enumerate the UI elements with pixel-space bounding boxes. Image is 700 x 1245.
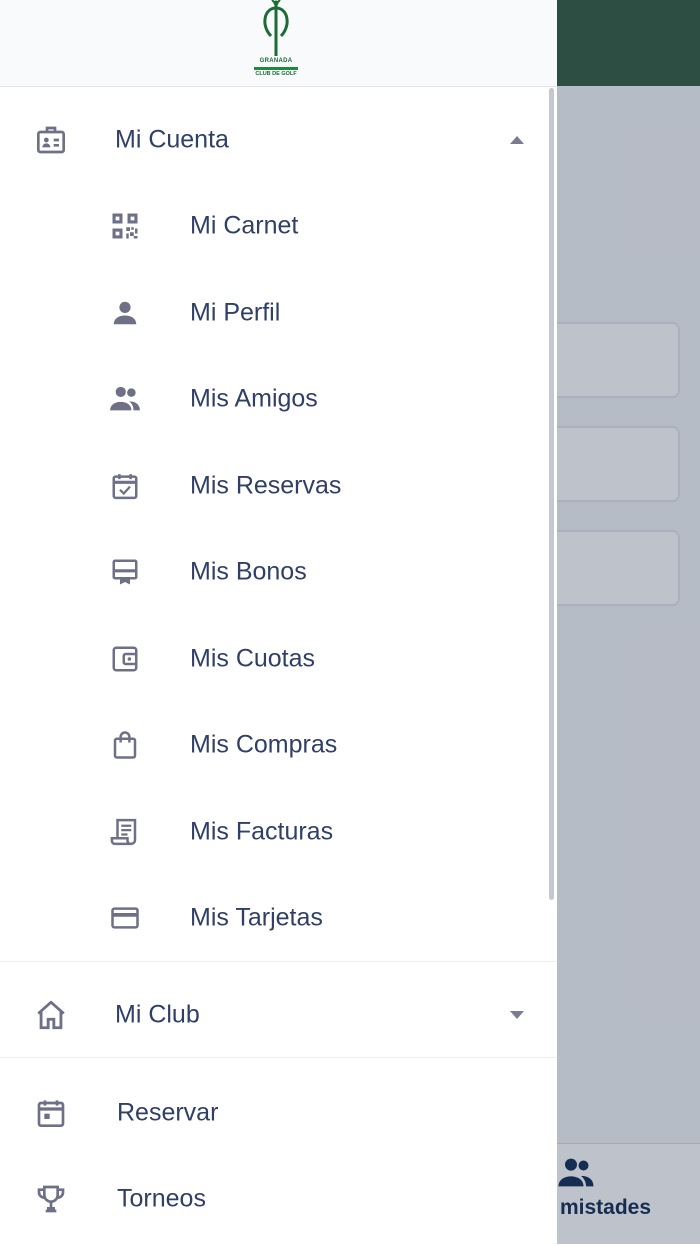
drawer-header: GRANADA CLUB DE GOLF bbox=[0, 0, 557, 87]
menu-item-label: Mi Perfil bbox=[190, 298, 281, 327]
home-icon bbox=[34, 998, 68, 1032]
credit-card-icon bbox=[108, 901, 142, 935]
logo-text-city: GRANADA bbox=[259, 58, 293, 64]
menu-item-mis-facturas[interactable]: Mis Facturas bbox=[0, 789, 557, 875]
menu-item-mis-amigos[interactable]: Mis Amigos bbox=[0, 356, 557, 442]
calendar-icon bbox=[34, 1096, 68, 1130]
shopping-bag-icon bbox=[108, 728, 142, 762]
menu-item-label: Torneos bbox=[117, 1184, 206, 1213]
menu-item-mi-carnet[interactable]: Mi Carnet bbox=[0, 183, 557, 269]
chevron-up-icon[interactable] bbox=[510, 136, 524, 144]
menu-item-mis-cuotas[interactable]: Mis Cuotas bbox=[0, 616, 557, 702]
trophy-icon bbox=[34, 1182, 68, 1216]
chevron-down-icon[interactable] bbox=[510, 1011, 524, 1019]
menu-item-label: Reservar bbox=[117, 1098, 219, 1127]
id-card-icon bbox=[34, 123, 68, 157]
divider bbox=[0, 1057, 557, 1058]
menu-item-label: Mi Cuenta bbox=[115, 125, 229, 154]
menu-item-mi-cuenta[interactable]: Mi Cuenta bbox=[0, 97, 557, 183]
menu-item-mis-bonos[interactable]: Mis Bonos bbox=[0, 529, 557, 615]
calendar-check-icon bbox=[108, 469, 142, 503]
menu-item-torneos[interactable]: Torneos bbox=[0, 1156, 557, 1242]
person-icon bbox=[108, 296, 142, 330]
menu-item-mis-compras[interactable]: Mis Compras bbox=[0, 702, 557, 788]
group-icon bbox=[108, 382, 142, 416]
menu-item-label: Mi Carnet bbox=[190, 211, 299, 240]
menu-item-label: Mis Compras bbox=[190, 730, 338, 759]
receipt-icon bbox=[108, 815, 142, 849]
golf-club-logo-icon bbox=[263, 0, 289, 56]
menu-item-label: Mis Tarjetas bbox=[190, 903, 323, 932]
logo-bar bbox=[254, 67, 298, 70]
menu-item-mis-reservas[interactable]: Mis Reservas bbox=[0, 443, 557, 529]
navigation-drawer: GRANADA CLUB DE GOLF Mi Cuenta Mi Carnet… bbox=[0, 0, 557, 1244]
menu-item-mi-perfil[interactable]: Mi Perfil bbox=[0, 270, 557, 356]
menu-item-mi-club[interactable]: Mi Club bbox=[0, 972, 557, 1058]
wallet-icon bbox=[108, 642, 142, 676]
menu-item-reservar[interactable]: Reservar bbox=[0, 1070, 557, 1156]
menu-item-label: Mis Amigos bbox=[190, 384, 318, 413]
voucher-icon bbox=[108, 555, 142, 589]
qr-code-icon bbox=[108, 209, 142, 243]
menu-item-label: Mis Reservas bbox=[190, 471, 342, 500]
menu-item-label: Mi Club bbox=[115, 1000, 200, 1029]
menu-item-label: Mis Bonos bbox=[190, 557, 307, 586]
club-logo[interactable]: GRANADA CLUB DE GOLF bbox=[250, 0, 302, 82]
divider bbox=[0, 961, 557, 962]
menu-item-label: Mis Cuotas bbox=[190, 644, 316, 673]
logo-text-club: CLUB DE GOLF bbox=[255, 71, 297, 77]
menu-item-label: Mis Facturas bbox=[190, 817, 334, 846]
menu-item-mis-tarjetas[interactable]: Mis Tarjetas bbox=[0, 875, 557, 961]
